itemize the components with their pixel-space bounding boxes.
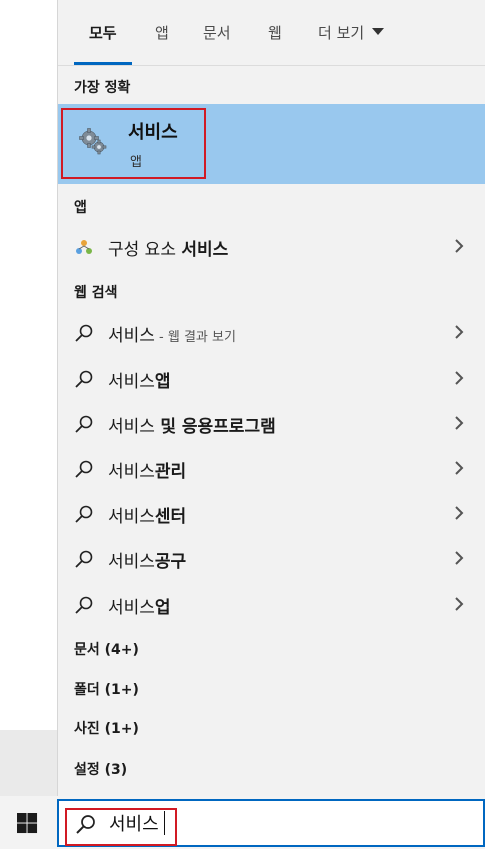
chevron-right-icon [455,506,464,520]
taskbar: 서비스 [0,796,485,849]
category-documents[interactable]: 문서 (4+) [74,639,139,659]
chevron-right-icon [455,461,464,475]
desktop-background [0,0,57,849]
web-result-label: 서비스관리 [108,462,187,482]
app-result-label: 구성 요소 서비스 [108,240,229,260]
category-folders[interactable]: 폴더 (1+) [74,679,139,699]
tab-apps[interactable]: 앱 [155,22,169,43]
search-input[interactable]: 서비스 [109,810,159,836]
search-icon [75,370,93,388]
category-photos[interactable]: 사진 (1+) [74,718,139,738]
search-icon [75,505,93,523]
search-results-panel: 모두 앱 문서 웹 더 보기 가장 정확 서비스 앱 앱 구성 요소 서비스 웹… [57,0,485,796]
web-result-label: 서비스앱 [108,372,171,392]
tab-more[interactable]: 더 보기 [318,22,385,43]
web-result-center[interactable]: 서비스센터 [58,491,485,535]
best-match-heading: 가장 정확 [74,80,131,96]
component-services-icon [76,240,92,254]
taskbar-search-box[interactable]: 서비스 [57,799,485,847]
search-icon [75,415,93,433]
tab-documents[interactable]: 문서 [203,22,231,43]
active-tab-indicator [74,62,132,65]
chevron-right-icon [455,371,464,385]
apps-heading: 앱 [74,200,87,216]
web-search-heading: 웹 검색 [74,285,118,301]
web-result-label: 서비스업 [108,598,171,618]
start-button[interactable] [0,796,57,849]
search-icon [76,815,95,834]
best-match-result[interactable]: 서비스 앱 [58,104,485,184]
tab-web[interactable]: 웹 [268,22,282,43]
app-result-component-services[interactable]: 구성 요소 서비스 [58,224,485,268]
search-icon [75,596,93,614]
web-result-management[interactable]: 서비스관리 [58,446,485,490]
chevron-right-icon [455,416,464,430]
web-result-view-results[interactable]: 서비스 - 웹 결과 보기 [58,310,485,354]
tab-more-label: 더 보기 [318,24,365,42]
best-match-title: 서비스 [128,122,178,143]
search-icon [75,324,93,342]
tab-all[interactable]: 모두 [89,22,117,43]
gears-icon [79,128,107,155]
web-result-tool[interactable]: 서비스공구 [58,536,485,580]
search-tabs: 모두 앱 문서 웹 더 보기 [58,0,485,66]
web-result-label: 서비스 및 응용프로그램 [108,417,276,437]
desktop-background-lower [0,730,57,796]
web-result-label: 서비스 - 웹 결과 보기 [108,326,236,346]
search-icon [75,460,93,478]
web-result-up[interactable]: 서비스업 [58,582,485,626]
chevron-right-icon [455,239,464,253]
best-match-subtitle: 앱 [130,155,142,170]
web-result-and-applications[interactable]: 서비스 및 응용프로그램 [58,401,485,445]
search-icon [75,550,93,568]
text-cursor [164,811,165,835]
chevron-right-icon [455,325,464,339]
category-settings[interactable]: 설정 (3) [74,759,127,779]
web-result-app[interactable]: 서비스앱 [58,356,485,400]
windows-logo-icon [17,813,38,834]
web-result-label: 서비스공구 [108,552,187,572]
chevron-right-icon [455,551,464,565]
web-result-label: 서비스센터 [108,507,187,527]
chevron-right-icon [455,597,464,611]
caret-down-icon [372,28,385,35]
